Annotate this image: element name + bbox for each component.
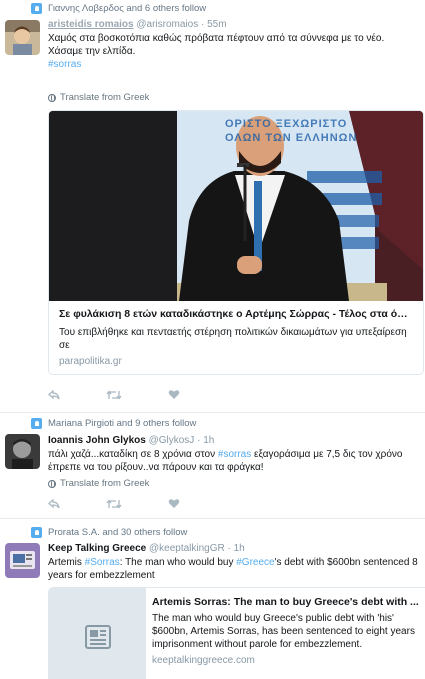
tweet-actions [48, 389, 180, 403]
avatar[interactable] [5, 434, 40, 469]
follow-context-icon [31, 418, 42, 429]
tweet-time[interactable]: · 55m [201, 19, 227, 30]
author-handle[interactable]: @GlykosJ [149, 435, 195, 446]
like-icon[interactable] [168, 498, 180, 512]
retweet-icon[interactable] [106, 389, 122, 403]
tweet-header: Ioannis John Glykos @GlykosJ · 1h [48, 434, 419, 447]
tweet-text: πάλι χαζά...καταδίκη σε 8 χρόνια στον #s… [48, 448, 419, 474]
tweet-header: aristeidis romaios @arisromaios · 55m [48, 18, 419, 31]
translate-label: Translate from Greek [60, 478, 150, 489]
tweet-text-body: Χαμός στα βοσκοτόπια καθώς πρόβατα πέφτο… [48, 33, 385, 57]
reply-icon[interactable] [48, 498, 60, 512]
tweet-header: Keep Talking Greece @keeptalkingGR · 1h [48, 542, 419, 555]
card-domain: parapolitika.gr [59, 356, 122, 367]
follow-context: Mariana Pirgioti and 9 others follow [31, 418, 196, 429]
tweet-text: Artemis #Sorras: The man who would buy #… [48, 556, 419, 582]
avatar[interactable] [5, 543, 40, 578]
tweet-text: Χαμός στα βοσκοτόπια καθώς πρόβατα πέφτο… [48, 32, 419, 71]
follow-context: Prorata S.A. and 30 others follow [31, 527, 187, 538]
card-body: Artemis Sorras: The man to buy Greece's … [152, 596, 421, 666]
follow-context: Γιαννης Λοβερδος and 6 others follow [31, 3, 206, 14]
author-handle[interactable]: @keeptalkingGR [149, 543, 225, 554]
translate-label: Translate from Greek [60, 92, 150, 103]
follow-context-text: Γιαννης Λοβερδος and 6 others follow [48, 3, 207, 14]
translate-link[interactable]: Translate from Greek [48, 478, 149, 489]
card-thumbnail [49, 588, 146, 679]
article-placeholder-icon [84, 624, 111, 652]
globe-icon [48, 93, 56, 102]
hashtag-link[interactable]: #sorras [218, 449, 251, 460]
author-handle[interactable]: @arisromaios [136, 19, 198, 30]
follow-context-text: Prorata S.A. and 30 others follow [48, 527, 188, 538]
author-name[interactable]: Keep Talking Greece [48, 543, 146, 554]
card-title[interactable]: Artemis Sorras: The man to buy Greece's … [152, 596, 421, 608]
card-domain: keeptalkinggreece.com [152, 655, 255, 666]
card-description: The man who would buy Greece's public de… [152, 613, 415, 650]
retweet-icon[interactable] [106, 498, 122, 512]
follow-context-icon [31, 527, 42, 538]
tweet-text-part: πάλι χαζά...καταδίκη σε 8 χρόνια στον [48, 449, 218, 460]
translate-link[interactable]: Translate from Greek [48, 92, 149, 103]
timeline-feed: Γιαννης Λοβερδος and 6 others follow ari… [0, 0, 425, 679]
link-card[interactable]: Artemis Sorras: The man to buy Greece's … [48, 587, 425, 679]
author-name[interactable]: Ioannis John Glykos [48, 435, 146, 446]
tweet[interactable]: Prorata S.A. and 30 others follow Keep T… [0, 519, 425, 679]
tweet-actions [48, 498, 180, 512]
tweet[interactable]: Γιαννης Λοβερδος and 6 others follow ari… [0, 0, 425, 413]
card-description: Του επιβλήθηκε και πενταετής στέρηση πολ… [59, 327, 407, 351]
globe-icon [48, 479, 56, 488]
link-card[interactable]: ΟΡΙΣΤΟ ΞΕΧΩΡΙΣΤΟ ΟΛΩΝ ΤΩΝ ΕΛΛΗΝΩΝ Σε φυλ… [48, 110, 424, 375]
tweet-text-part: : The man who would buy [119, 557, 237, 568]
backdrop-sign-text: ΟΡΙΣΤΟ ΞΕΧΩΡΙΣΤΟ ΟΛΩΝ ΤΩΝ ΕΛΛΗΝΩΝ [225, 118, 358, 144]
follow-context-icon [31, 3, 42, 14]
tweet-text-part: Artemis [48, 557, 85, 568]
reply-icon[interactable] [48, 389, 60, 403]
card-body: Σε φυλάκιση 8 ετών καταδικάστηκε ο Αρτέμ… [59, 308, 413, 367]
like-icon[interactable] [168, 389, 180, 403]
tweet-time[interactable]: · 1h [197, 435, 214, 446]
hashtag-link[interactable]: #sorras [48, 59, 81, 70]
avatar[interactable] [5, 20, 40, 55]
author-name[interactable]: aristeidis romaios [48, 19, 134, 30]
follow-context-text: Mariana Pirgioti and 9 others follow [48, 418, 197, 429]
hashtag-link[interactable]: #Greece [236, 557, 274, 568]
card-title[interactable]: Σε φυλάκιση 8 ετών καταδικάστηκε ο Αρτέμ… [59, 308, 413, 320]
card-photo: ΟΡΙΣΤΟ ΞΕΧΩΡΙΣΤΟ ΟΛΩΝ ΤΩΝ ΕΛΛΗΝΩΝ [49, 111, 423, 301]
hashtag-link[interactable]: #Sorras [85, 557, 120, 568]
tweet-time[interactable]: · 1h [228, 543, 245, 554]
tweet[interactable]: Mariana Pirgioti and 9 others follow Ioa… [0, 413, 425, 519]
